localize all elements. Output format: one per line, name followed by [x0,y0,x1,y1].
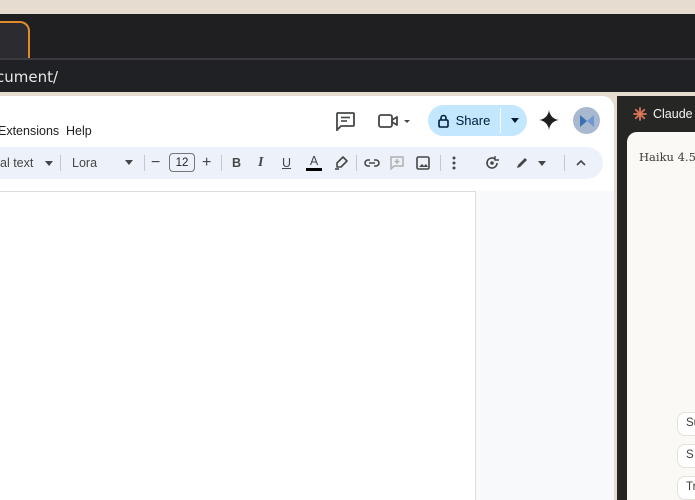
browser-tab-active[interactable]: × [0,21,30,58]
google-docs-panel: Extensions Help Share al text Lora − 12 … [0,96,614,500]
lock-icon [437,114,449,128]
font-size-value: 12 [175,156,189,169]
font-size-increase-button[interactable]: + [202,147,211,179]
share-label: Share [455,113,491,128]
claude-side-panel: Claude Haiku 4.5 Su S Tra [617,96,695,500]
browser-tab-bar: × [0,14,695,58]
font-family-select[interactable]: Lora [72,147,134,179]
model-selector[interactable]: Haiku 4.5 [639,150,695,164]
more-vert-icon[interactable] [452,156,456,170]
menu-extensions[interactable]: Extensions [0,124,59,138]
toolbar-divider [356,155,357,171]
toolbar-divider [564,155,565,171]
avatar[interactable] [573,107,600,134]
link-icon[interactable] [364,157,380,169]
add-comment-icon[interactable] [390,156,404,170]
toolbar-divider [144,155,145,171]
caret-down-icon [125,160,133,165]
editing-mode-select[interactable] [515,147,546,179]
italic-button[interactable]: I [258,147,263,179]
text-color-icon: A [309,154,319,168]
text-color-button[interactable]: A [306,147,322,179]
share-dropdown-button[interactable] [503,105,527,136]
plus-icon: + [202,154,212,171]
suggestion-chip-2[interactable]: S [677,444,695,468]
underline-button[interactable]: U [282,147,291,179]
bold-icon: B [232,156,242,170]
comment-icon[interactable] [334,111,356,131]
font-size-decrease-button[interactable]: − [151,147,160,179]
menu-help[interactable]: Help [66,124,92,138]
share-button[interactable]: Share [428,105,527,136]
collapse-icon[interactable] [576,159,586,166]
claude-logo-icon [633,107,647,121]
bold-button[interactable]: B [232,147,241,179]
caret-down-icon [511,118,519,123]
toolbar-divider [60,155,61,171]
address-bar[interactable]: cument/ [0,60,695,92]
share-divider [500,108,501,133]
document-page[interactable] [0,191,476,500]
image-icon[interactable] [416,156,430,170]
url-text[interactable]: cument/ [0,68,58,86]
desktop-strip [0,0,695,14]
toolbar-divider [440,155,441,171]
document-canvas [0,191,614,500]
minus-icon: − [151,154,161,171]
paragraph-style-select[interactable]: al text [0,147,54,179]
spellcheck-icon[interactable] [484,155,500,171]
suggestion-chip-1[interactable]: Su [677,412,695,436]
claude-chat-area: Haiku 4.5 Su S Tra [627,132,695,500]
highlighter-icon[interactable] [334,156,348,170]
caret-down-icon [538,160,546,166]
toolbar-divider [221,155,222,171]
avatar-logo-icon [579,114,594,127]
font-size-input[interactable]: 12 [169,153,195,172]
formatting-toolbar: al text Lora − 12 + B I U A [0,147,603,179]
caret-down-icon [45,160,54,166]
edit-pencil-icon [517,158,527,168]
claude-title: Claude [653,107,693,121]
font-family-value: Lora [72,156,98,170]
claude-header: Claude [617,96,695,132]
italic-icon: I [258,155,264,170]
suggestion-chip-3[interactable]: Tra [677,476,695,500]
share-main-button[interactable]: Share [428,105,500,136]
gemini-icon[interactable] [538,109,560,131]
underline-icon: U [282,156,292,170]
paragraph-style-value: al text [0,156,34,170]
text-color-bar [306,168,322,171]
meet-icon[interactable] [377,111,411,131]
